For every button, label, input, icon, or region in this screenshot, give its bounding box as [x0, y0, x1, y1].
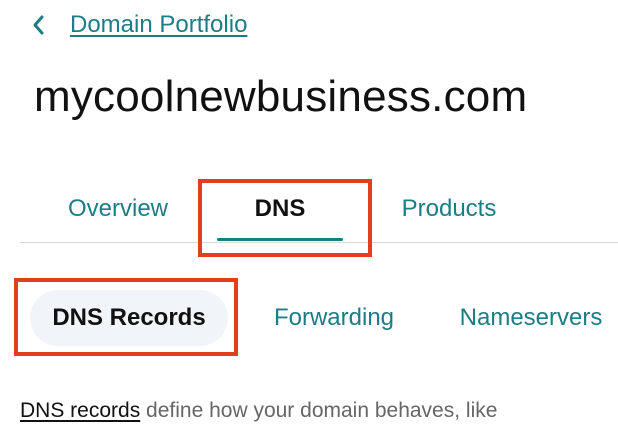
domain-tabs: Overview DNS Products	[20, 176, 618, 243]
tab-products[interactable]: Products	[386, 176, 512, 242]
tab-products-label: Products	[401, 195, 497, 222]
subtab-nameservers[interactable]: Nameservers	[448, 280, 614, 356]
dns-records-description-text: define how your domain behaves, like	[140, 399, 498, 422]
tab-dns[interactable]: DNS	[200, 176, 360, 242]
domain-portfolio-link[interactable]: Domain Portfolio	[70, 11, 247, 39]
breadcrumb: Domain Portfolio	[28, 8, 247, 42]
subtab-dns-records-label: DNS Records	[52, 304, 206, 331]
subtab-nameservers-label: Nameservers	[459, 304, 603, 331]
subtab-dns-records[interactable]: DNS Records	[18, 280, 240, 356]
page-title: mycoolnewbusiness.com	[34, 72, 528, 121]
tab-dns-label: DNS	[254, 195, 306, 222]
subtab-forwarding-label: Forwarding	[273, 304, 395, 331]
dns-records-description: DNS records define how your domain behav…	[20, 397, 618, 425]
chevron-left-icon[interactable]	[28, 14, 50, 36]
subtab-forwarding[interactable]: Forwarding	[254, 280, 414, 356]
tab-overview[interactable]: Overview	[60, 176, 176, 242]
dns-records-link[interactable]: DNS records	[20, 399, 140, 422]
dns-subtabs: DNS Records Forwarding Nameservers	[18, 280, 618, 356]
tab-overview-label: Overview	[67, 195, 169, 222]
